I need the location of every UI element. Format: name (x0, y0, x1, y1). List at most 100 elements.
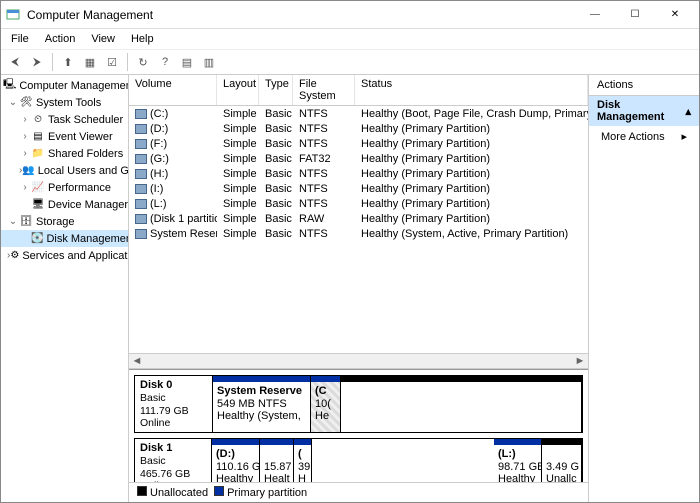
tree-device-manager[interactable]: 🖥Device Manager (1, 196, 128, 213)
table-row[interactable]: System Reserved (K:)SimpleBasicNTFSHealt… (129, 226, 588, 241)
scroll-right-icon[interactable]: ► (572, 354, 588, 368)
back-icon[interactable]: ⮜ (5, 52, 25, 72)
legend: Unallocated Primary partition (129, 482, 588, 502)
table-row[interactable]: (I:)SimpleBasicNTFSHealthy (Primary Part… (129, 181, 588, 196)
actions-panel: Actions Disk Management ▴ More Actions ▸ (589, 75, 699, 502)
disk-icon: 💽 (31, 232, 43, 246)
tree-label: Task Scheduler (48, 114, 123, 126)
tree-shared-folders[interactable]: ›📁Shared Folders (1, 145, 128, 162)
drive-icon (135, 109, 147, 119)
disk-parts: System Reserve549 MB NTFSHealthy (System… (213, 376, 582, 432)
close-button[interactable]: ✕ (655, 1, 695, 29)
collapse-icon[interactable]: ⌄ (7, 216, 19, 227)
table-row[interactable]: (C:)SimpleBasicNTFSHealthy (Boot, Page F… (129, 106, 588, 121)
partition[interactable]: (L:)98.71 GBHealthy (494, 439, 542, 482)
col-layout[interactable]: Layout (217, 75, 259, 105)
tree-system-tools[interactable]: ⌄🛠System Tools (1, 94, 128, 111)
table-row[interactable]: (H:)SimpleBasicNTFSHealthy (Primary Part… (129, 166, 588, 181)
toolbar-sep (52, 53, 53, 71)
col-status[interactable]: Status (355, 75, 588, 105)
menubar: File Action View Help (1, 29, 699, 49)
props-icon[interactable]: ☑ (102, 52, 122, 72)
drive-icon (135, 229, 147, 239)
menu-action[interactable]: Action (39, 31, 82, 47)
partition[interactable]: System Reserve549 MB NTFSHealthy (System… (213, 376, 311, 432)
partition-stripe (494, 439, 541, 445)
partition[interactable]: 15.87Healt (260, 439, 294, 482)
scroll-left-icon[interactable]: ◄ (129, 354, 145, 368)
tree-label: Device Manager (48, 199, 128, 211)
expand-icon[interactable]: › (19, 114, 31, 125)
up-icon[interactable]: ⬆ (58, 52, 78, 72)
tree-label: Performance (48, 182, 111, 194)
tree-task-scheduler[interactable]: ›⏲Task Scheduler (1, 111, 128, 128)
actions-more[interactable]: More Actions ▸ (589, 126, 699, 147)
minimize-button[interactable]: — (575, 1, 615, 29)
tree-local-users[interactable]: ›👥Local Users and Groups (1, 162, 128, 179)
volume-header: Volume Layout Type File System Status (129, 75, 588, 106)
tree-label: Local Users and Groups (38, 165, 129, 177)
menu-view[interactable]: View (85, 31, 121, 47)
help-icon[interactable]: ? (155, 52, 175, 72)
col-type[interactable]: Type (259, 75, 293, 105)
refresh-icon[interactable]: ↻ (133, 52, 153, 72)
collapse-icon[interactable]: ⌄ (7, 97, 19, 108)
chevron-right-icon: ▸ (681, 130, 687, 143)
partition[interactable]: (39H (294, 439, 312, 482)
tree-services-apps[interactable]: ›⚙Services and Applications (1, 247, 128, 264)
device-icon: 🖥 (31, 198, 45, 212)
tree-event-viewer[interactable]: ›▤Event Viewer (1, 128, 128, 145)
expand-icon[interactable]: › (19, 131, 31, 142)
actions-selected[interactable]: Disk Management ▴ (589, 96, 699, 126)
maximize-button[interactable]: ☐ (615, 1, 655, 29)
expand-icon[interactable]: › (19, 148, 31, 159)
disk-parts: (D:)110.16 GHealthy15.87Healt(39H (L:)98.… (212, 439, 582, 482)
menu-file[interactable]: File (5, 31, 35, 47)
partition-unallocated[interactable] (341, 376, 582, 432)
partition-stripe (542, 439, 581, 445)
users-icon: 👥 (22, 164, 34, 178)
clock-icon: ⏲ (31, 113, 45, 127)
drive-icon (135, 139, 147, 149)
partition-stripe (260, 439, 293, 445)
window-title: Computer Management (27, 8, 575, 22)
menu-help[interactable]: Help (125, 31, 160, 47)
tree-disk-management[interactable]: 💽Disk Management (1, 230, 128, 247)
table-row[interactable]: (D:)SimpleBasicNTFSHealthy (Primary Part… (129, 121, 588, 136)
forward-icon[interactable]: ⮞ (27, 52, 47, 72)
list-icon[interactable]: ▤ (177, 52, 197, 72)
tree-label: Services and Applications (22, 250, 129, 262)
partition[interactable]: (D:)110.16 GHealthy (212, 439, 260, 482)
drive-icon (135, 124, 147, 134)
collapse-icon: ▴ (685, 105, 691, 118)
grid-icon[interactable]: ▥ (199, 52, 219, 72)
expand-icon[interactable]: › (19, 182, 31, 193)
col-volume[interactable]: Volume (129, 75, 217, 105)
titlebar: Computer Management — ☐ ✕ (1, 1, 699, 29)
perf-icon: 📈 (31, 181, 45, 195)
partition[interactable]: 3.49 GUnallc (542, 439, 582, 482)
storage-icon: 🗄 (19, 215, 33, 229)
view-icon[interactable]: ▦ (80, 52, 100, 72)
tree-label: System Tools (36, 97, 101, 109)
table-row[interactable]: (G:)SimpleBasicFAT32Healthy (Primary Par… (129, 151, 588, 166)
toolbar: ⮜ ⮞ ⬆ ▦ ☑ ↻ ? ▤ ▥ (1, 49, 699, 75)
actions-selected-label: Disk Management (597, 99, 685, 123)
swatch-primary (214, 486, 224, 496)
h-scrollbar[interactable]: ◄ ► (129, 353, 588, 369)
drive-icon (135, 214, 147, 224)
tree-label: Event Viewer (48, 131, 113, 143)
drive-icon (135, 169, 147, 179)
nav-tree[interactable]: 🖳Computer Management (Local ⌄🛠System Too… (1, 75, 129, 502)
table-row[interactable]: (L:)SimpleBasicNTFSHealthy (Primary Part… (129, 196, 588, 211)
tree-root[interactable]: 🖳Computer Management (Local (1, 77, 128, 94)
tree-performance[interactable]: ›📈Performance (1, 179, 128, 196)
table-row[interactable]: (Disk 1 partition 2)SimpleBasicRAWHealth… (129, 211, 588, 226)
col-fs[interactable]: File System (293, 75, 355, 105)
table-row[interactable]: (F:)SimpleBasicNTFSHealthy (Primary Part… (129, 136, 588, 151)
services-icon: ⚙ (10, 249, 19, 263)
tree-label: Shared Folders (48, 148, 123, 160)
partition[interactable]: (C10(He (311, 376, 341, 432)
tree-label: Disk Management (46, 233, 129, 245)
tree-storage[interactable]: ⌄🗄Storage (1, 213, 128, 230)
